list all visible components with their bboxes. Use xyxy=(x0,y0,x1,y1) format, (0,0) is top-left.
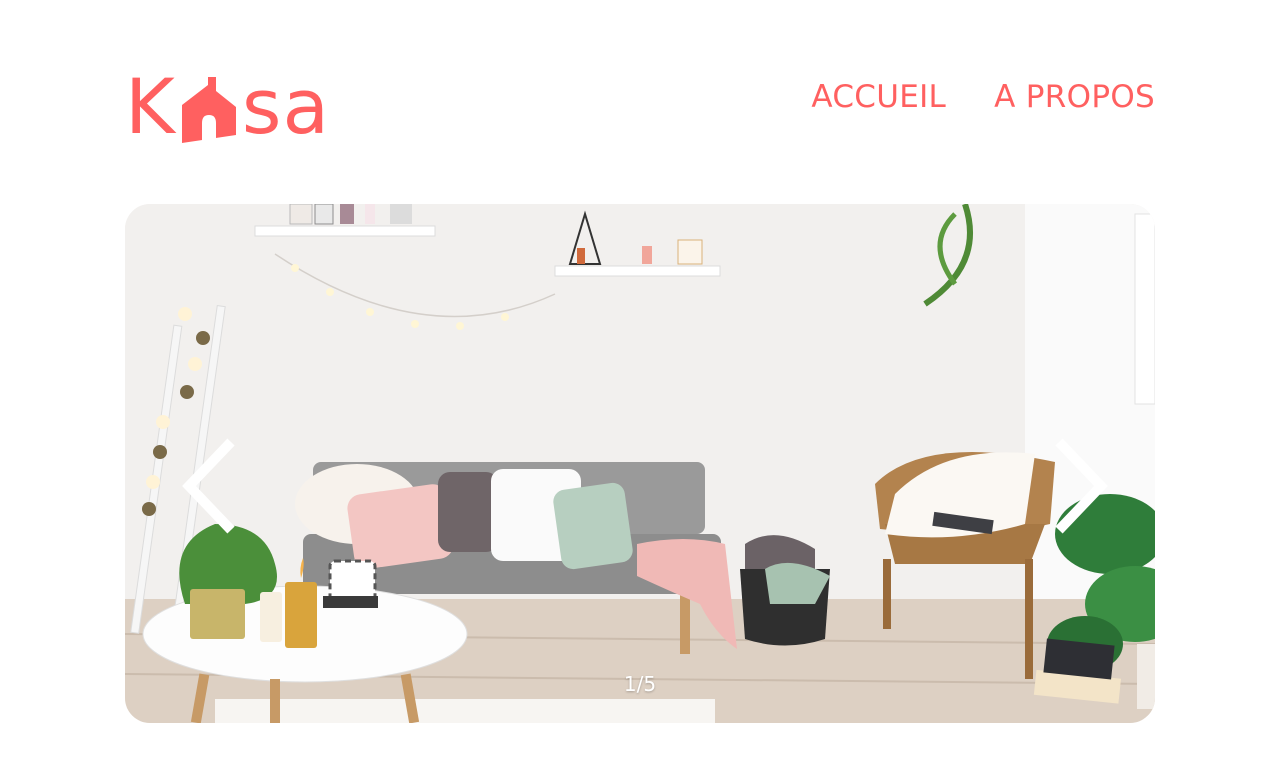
apartment-gallery: 1/5 xyxy=(125,204,1155,723)
main-nav: ACCUEIL A PROPOS xyxy=(811,79,1155,115)
gallery-counter: 1/5 xyxy=(623,672,657,696)
logo-letter-k: K xyxy=(125,62,176,151)
house-icon xyxy=(181,77,236,143)
kasa-logo[interactable]: K sa xyxy=(125,55,330,145)
chevron-right-icon[interactable] xyxy=(1051,436,1111,536)
site-header: K sa ACCUEIL A PROPOS xyxy=(125,55,1155,145)
logo-letters-sa: sa xyxy=(241,62,331,151)
chevron-left-icon[interactable] xyxy=(179,436,239,536)
nav-link-accueil[interactable]: ACCUEIL xyxy=(811,79,946,115)
nav-link-a-propos[interactable]: A PROPOS xyxy=(994,79,1155,115)
gallery-photo xyxy=(125,204,1155,723)
